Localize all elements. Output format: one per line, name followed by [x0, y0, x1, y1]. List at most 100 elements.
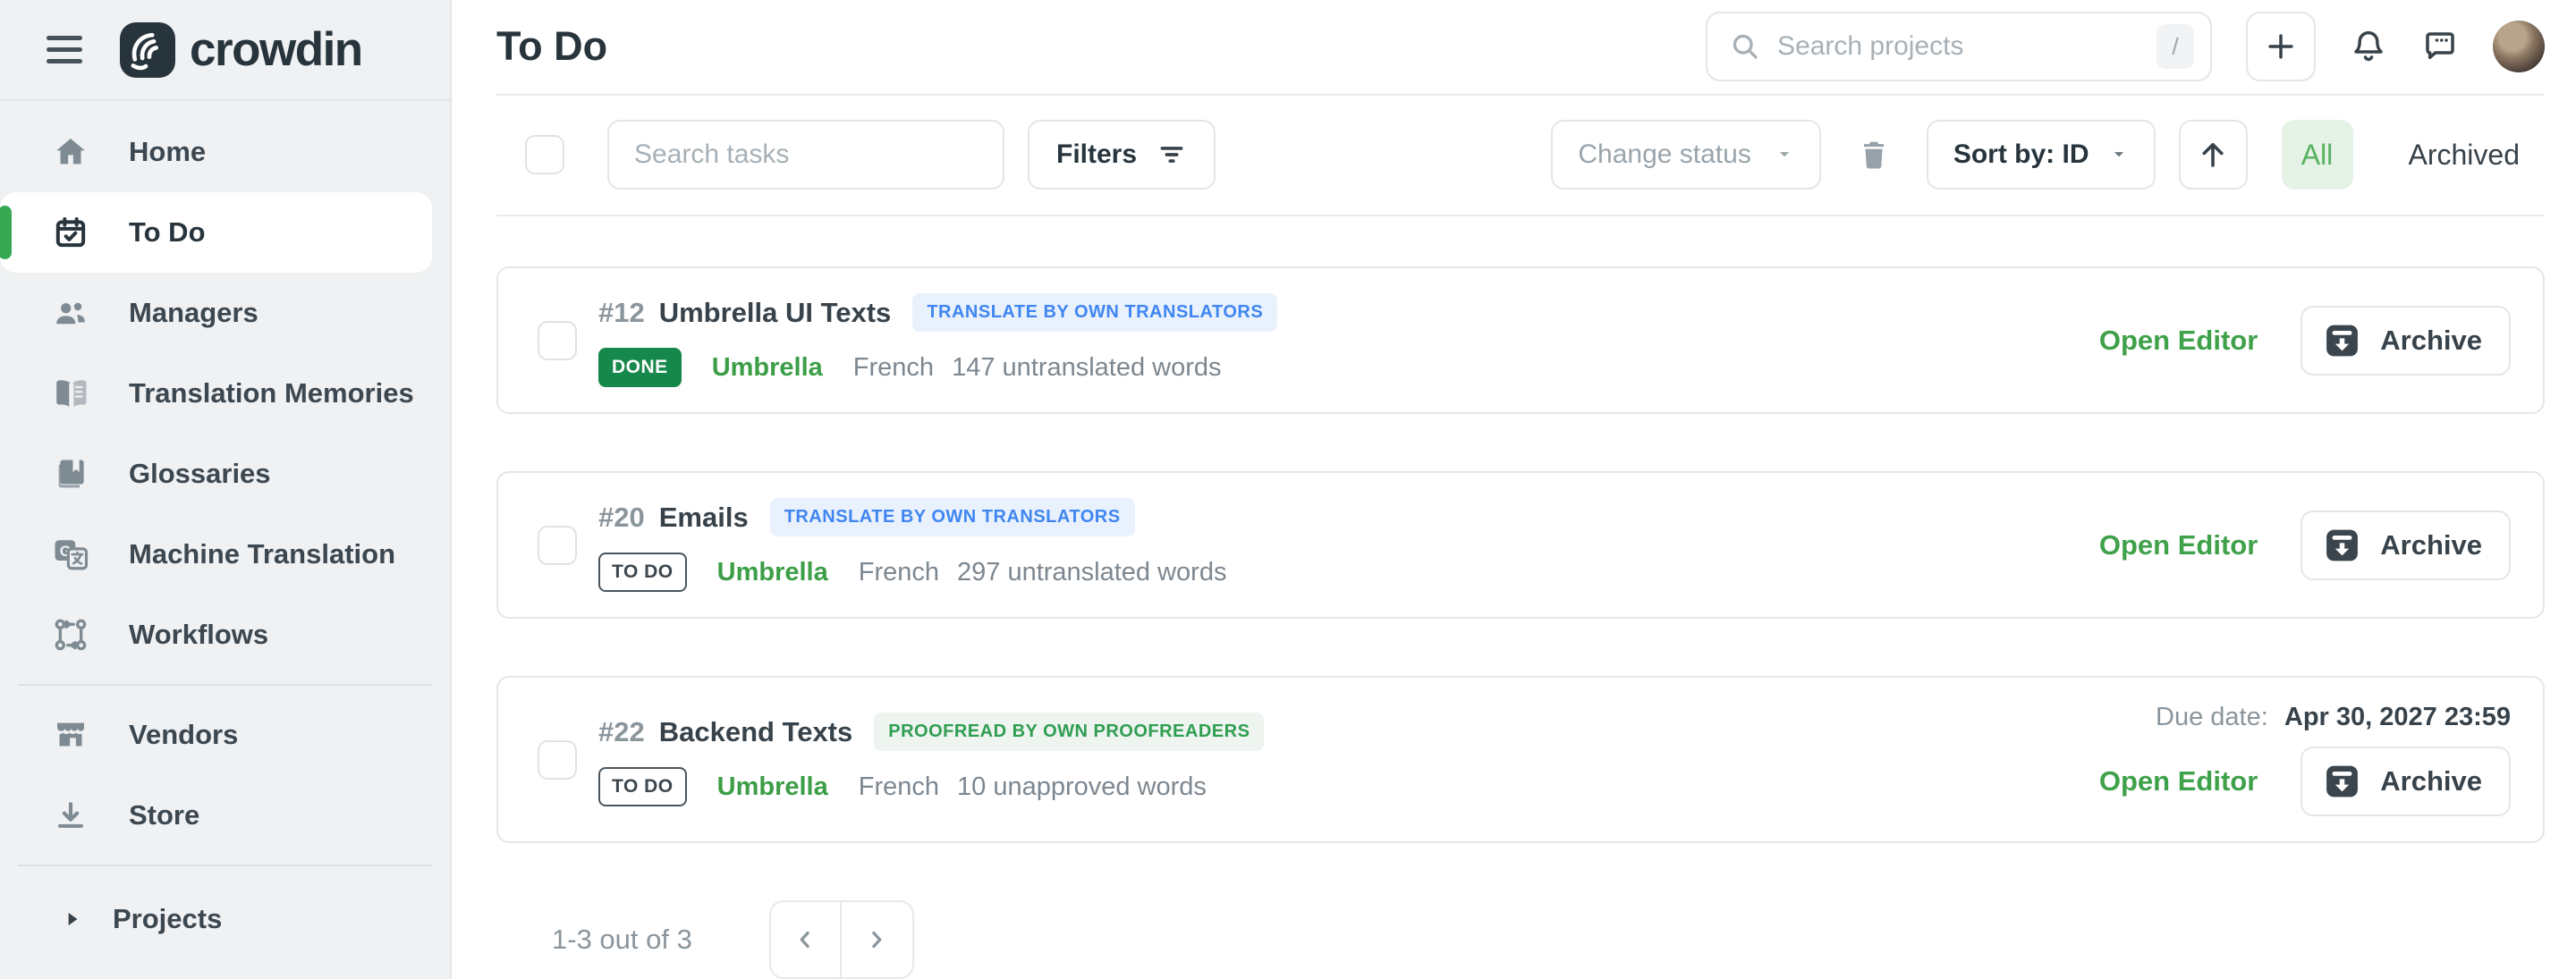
next-page-button[interactable]	[842, 902, 912, 977]
sidebar-item-todo[interactable]: To Do	[0, 192, 432, 273]
tasks-toolbar: Filters Change status Sort by: ID	[496, 96, 2545, 216]
sidebar-item-vendors[interactable]: Vendors	[0, 695, 450, 775]
create-project-button[interactable]	[2246, 12, 2316, 81]
plus-icon	[2264, 30, 2298, 63]
sidebar-item-glossaries[interactable]: Glossaries	[0, 434, 450, 514]
task-list: #12 Umbrella UI Texts TRANSLATE BY OWN T…	[496, 216, 2545, 979]
sidebar-item-label: Workflows	[129, 619, 268, 651]
archive-button-label: Archive	[2380, 529, 2482, 561]
task-words: 10 unapproved words	[957, 772, 1207, 802]
hamburger-menu-icon[interactable]	[47, 36, 82, 63]
sidebar-nav: Home To Do Managers Translation Memories	[0, 101, 450, 979]
workflow-badge: TRANSLATE BY OWN TRANSLATORS	[770, 498, 1135, 536]
trash-icon	[1857, 138, 1891, 172]
sidebar-item-label: Home	[129, 136, 206, 168]
sort-label: Sort by: ID	[1953, 139, 2089, 170]
user-avatar[interactable]	[2493, 21, 2545, 72]
arrow-up-icon	[2197, 139, 2229, 171]
sidebar-item-label: Translation Memories	[129, 377, 414, 409]
sidebar-item-store[interactable]: Store	[0, 775, 450, 856]
sidebar-item-label: Projects	[113, 903, 222, 935]
sidebar-item-label: Store	[129, 799, 199, 831]
previous-page-button[interactable]	[771, 902, 842, 977]
task-main: #22 Backend Texts PROOFREAD BY OWN PROOF…	[598, 713, 2099, 806]
pager-buttons	[769, 900, 914, 979]
managers-people-icon	[50, 294, 91, 332]
delete-tasks-button[interactable]	[1857, 138, 1891, 172]
task-actions: Open Editor Archive	[2099, 511, 2511, 580]
task-title[interactable]: Backend Texts	[659, 716, 853, 748]
task-id: #20	[598, 502, 645, 534]
workflow-badge: PROOFREAD BY OWN PROOFREADERS	[874, 713, 1264, 751]
task-checkbox[interactable]	[538, 740, 577, 780]
search-icon	[1729, 30, 1761, 63]
sort-dropdown[interactable]: Sort by: ID	[1927, 120, 2156, 190]
filter-icon	[1157, 139, 1187, 170]
tab-archived[interactable]: Archived	[2384, 139, 2546, 172]
due-date-value: Apr 30, 2027 23:59	[2284, 703, 2511, 731]
task-main: #12 Umbrella UI Texts TRANSLATE BY OWN T…	[598, 293, 2099, 387]
sidebar-item-translation-memories[interactable]: Translation Memories	[0, 353, 450, 434]
archive-button[interactable]: Archive	[2301, 747, 2511, 816]
sidebar-item-label: Machine Translation	[129, 538, 395, 570]
sidebar-item-label: Managers	[129, 297, 258, 329]
workflows-icon	[50, 617, 91, 653]
task-checkbox[interactable]	[538, 321, 577, 360]
sidebar-item-home[interactable]: Home	[0, 112, 450, 192]
sort-direction-button[interactable]	[2179, 120, 2248, 190]
sidebar-divider	[18, 684, 432, 686]
task-id: #12	[598, 297, 645, 329]
chevron-right-icon	[863, 926, 890, 953]
crowdin-logo-icon[interactable]	[120, 22, 175, 78]
page-header: To Do /	[496, 0, 2545, 96]
sidebar-item-workflows[interactable]: Workflows	[0, 595, 450, 675]
crowdin-wordmark: crowdin	[190, 22, 362, 77]
filters-button-label: Filters	[1056, 139, 1137, 170]
task-main: #20 Emails TRANSLATE BY OWN TRANSLATORS …	[598, 498, 2099, 592]
project-link[interactable]: Umbrella	[717, 558, 828, 587]
change-status-dropdown[interactable]: Change status	[1551, 120, 1820, 190]
project-link[interactable]: Umbrella	[712, 353, 823, 383]
search-projects-box[interactable]: /	[1706, 12, 2212, 81]
todo-calendar-icon	[50, 215, 91, 250]
open-book-icon	[50, 375, 91, 412]
search-tasks-input[interactable]	[607, 120, 1004, 190]
messages-button[interactable]	[2421, 28, 2459, 65]
project-link[interactable]: Umbrella	[717, 772, 828, 802]
glossary-book-icon	[50, 456, 91, 492]
search-projects-input[interactable]	[1777, 31, 2140, 62]
task-title[interactable]: Emails	[659, 502, 749, 534]
notifications-button[interactable]	[2350, 28, 2387, 65]
pagination: 1-3 out of 3	[552, 900, 2545, 979]
status-badge: TO DO	[598, 767, 687, 806]
archive-button-label: Archive	[2380, 765, 2482, 798]
task-words: 147 untranslated words	[952, 353, 1221, 383]
task-actions: Open Editor Archive	[2099, 306, 2511, 376]
open-editor-link[interactable]: Open Editor	[2099, 765, 2258, 798]
tab-all[interactable]: All	[2282, 120, 2353, 190]
chevron-down-icon	[2109, 145, 2129, 165]
task-checkbox[interactable]	[538, 526, 577, 565]
archive-button[interactable]: Archive	[2301, 306, 2511, 376]
task-actions: Due date: Apr 30, 2027 23:59 Open Editor…	[2099, 703, 2511, 816]
sidebar-item-managers[interactable]: Managers	[0, 273, 450, 353]
header-actions: /	[1706, 12, 2545, 81]
open-editor-link[interactable]: Open Editor	[2099, 529, 2258, 561]
task-language: French	[853, 353, 934, 383]
status-badge: DONE	[598, 348, 682, 387]
filters-button[interactable]: Filters	[1028, 120, 1216, 190]
archive-button[interactable]: Archive	[2301, 511, 2511, 580]
select-all-checkbox[interactable]	[525, 135, 564, 174]
due-date: Due date: Apr 30, 2027 23:59	[2156, 703, 2511, 732]
chevron-right-icon	[61, 907, 84, 931]
task-row: #22 Backend Texts PROOFREAD BY OWN PROOF…	[496, 676, 2545, 843]
task-title[interactable]: Umbrella UI Texts	[659, 297, 892, 329]
machine-translation-icon: G	[50, 536, 91, 573]
open-editor-link[interactable]: Open Editor	[2099, 325, 2258, 357]
keyboard-shortcut-badge: /	[2157, 24, 2194, 69]
sidebar-item-projects[interactable]: Projects	[0, 879, 450, 959]
archive-box-icon	[2322, 762, 2362, 801]
task-row: #12 Umbrella UI Texts TRANSLATE BY OWN T…	[496, 266, 2545, 414]
logo-row: crowdin	[0, 0, 450, 101]
sidebar-item-machine-translation[interactable]: G Machine Translation	[0, 514, 450, 595]
